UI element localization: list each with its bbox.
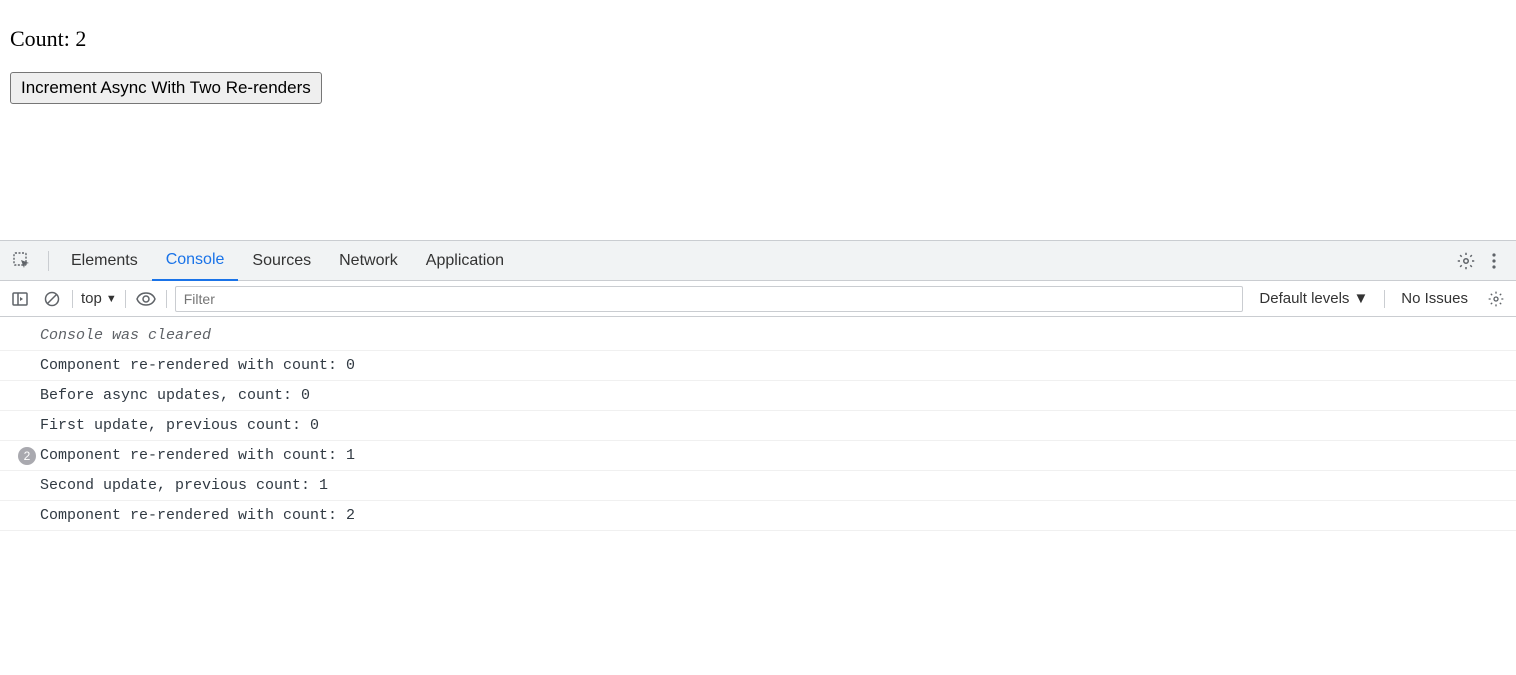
- settings-gear-icon[interactable]: [1452, 247, 1480, 275]
- inspect-element-icon[interactable]: [8, 247, 36, 275]
- tab-network[interactable]: Network: [325, 241, 412, 281]
- console-log-row[interactable]: Second update, previous count: 1: [0, 471, 1516, 501]
- console-log-row[interactable]: Component re-rendered with count: 2: [0, 501, 1516, 531]
- console-toolbar: top ▼ Default levels ▼ No Issues: [0, 281, 1516, 317]
- log-text: Console was cleared: [40, 327, 211, 344]
- page-content: Count: 2 Increment Async With Two Re-ren…: [0, 0, 1516, 114]
- more-options-icon[interactable]: [1480, 247, 1508, 275]
- log-text: First update, previous count: 0: [40, 417, 319, 434]
- toggle-sidebar-icon[interactable]: [8, 287, 32, 311]
- clear-console-icon[interactable]: [40, 287, 64, 311]
- context-selector[interactable]: top ▼: [81, 290, 117, 307]
- tab-sources[interactable]: Sources: [238, 241, 325, 281]
- issues-indicator[interactable]: No Issues: [1393, 290, 1476, 307]
- context-label: top: [81, 290, 102, 307]
- repeat-count-badge: 2: [18, 447, 36, 465]
- devtools-panel: Elements Console Sources Network Applica…: [0, 240, 1516, 675]
- log-text: Component re-rendered with count: 0: [40, 357, 355, 374]
- log-levels-selector[interactable]: Default levels ▼: [1251, 290, 1376, 307]
- levels-label: Default levels: [1259, 290, 1349, 307]
- console-log-row[interactable]: Before async updates, count: 0: [0, 381, 1516, 411]
- console-log-row[interactable]: Component re-rendered with count: 0: [0, 351, 1516, 381]
- console-log-row[interactable]: First update, previous count: 0: [0, 411, 1516, 441]
- console-log-row[interactable]: Console was cleared: [0, 321, 1516, 351]
- console-settings-gear-icon[interactable]: [1484, 287, 1508, 311]
- live-expression-icon[interactable]: [134, 287, 158, 311]
- log-text: Before async updates, count: 0: [40, 387, 310, 404]
- log-text: Second update, previous count: 1: [40, 477, 328, 494]
- separator: [48, 251, 49, 271]
- separator: [166, 290, 167, 308]
- caret-down-icon: ▼: [106, 293, 117, 305]
- filter-input[interactable]: [175, 286, 1244, 312]
- tab-application[interactable]: Application: [412, 241, 518, 281]
- separator: [125, 290, 126, 308]
- tab-console[interactable]: Console: [152, 241, 239, 281]
- tab-elements[interactable]: Elements: [57, 241, 152, 281]
- count-text: Count: 2: [10, 26, 1506, 52]
- increment-async-button[interactable]: Increment Async With Two Re-renders: [10, 72, 322, 104]
- devtools-tabbar: Elements Console Sources Network Applica…: [0, 241, 1516, 281]
- caret-down-icon: ▼: [1353, 290, 1368, 307]
- log-text: Component re-rendered with count: 2: [40, 507, 355, 524]
- console-log-area: Console was cleared Component re-rendered…: [0, 317, 1516, 535]
- console-log-row[interactable]: 2Component re-rendered with count: 1: [0, 441, 1516, 471]
- separator: [72, 290, 73, 308]
- log-text: Component re-rendered with count: 1: [40, 447, 355, 464]
- separator: [1384, 290, 1385, 308]
